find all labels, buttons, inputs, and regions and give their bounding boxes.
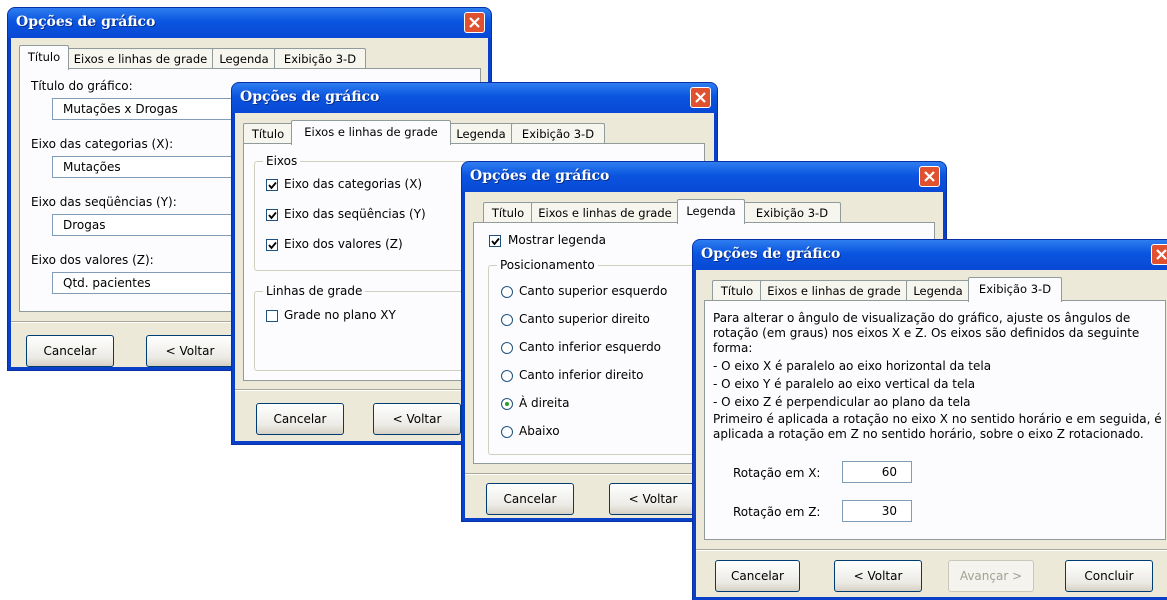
axes-group-label: Eixos [263, 154, 301, 168]
tab-exibicao-3d[interactable]: Exibição 3-D [968, 277, 1062, 302]
close-button[interactable] [1151, 244, 1167, 265]
check-icon [268, 211, 277, 220]
show-legend-checkbox[interactable] [489, 235, 501, 247]
dialog-title: Opções de gráfico [470, 168, 610, 184]
description-line: - O eixo Y é paralelo ao eixo vertical d… [713, 377, 976, 391]
description-line: rotação (em graus) nos eixos X e Z. Os e… [713, 326, 1140, 340]
cancel-button[interactable]: Cancelar [715, 560, 800, 592]
tab-titulo[interactable]: Título [483, 202, 533, 223]
series-axis-checkbox[interactable] [266, 209, 278, 221]
option-top-left: Canto superior esquerdo [519, 284, 668, 298]
category-axis-label: Eixo das categorias (X) [284, 177, 423, 191]
series-axis-label: Eixo das seqüências (Y): [31, 195, 177, 209]
radio-right[interactable] [501, 398, 513, 410]
tab-panel: Para alterar o ângulo de visualização do… [704, 300, 1166, 540]
value-axis-label: Eixo dos valores (Z) [284, 237, 403, 251]
tab-titulo[interactable]: Título [243, 123, 293, 144]
option-right: À direita [519, 396, 570, 410]
tab-legenda[interactable]: Legenda [212, 48, 276, 69]
back-button[interactable]: < Voltar [609, 483, 697, 515]
show-legend-label: Mostrar legenda [508, 233, 606, 247]
option-bottom-right: Canto inferior direito [519, 368, 644, 382]
close-button[interactable] [464, 12, 485, 33]
title-bar[interactable]: Opções de gráfico [462, 162, 946, 192]
title-bar[interactable]: Opções de gráfico [232, 83, 717, 113]
value-axis-label: Eixo dos valores (Z): [31, 253, 154, 267]
tab-eixos[interactable]: Eixos e linhas de grade [760, 280, 908, 301]
cancel-button[interactable]: Cancelar [256, 403, 344, 435]
xy-grid-checkbox[interactable] [266, 310, 278, 322]
next-button[interactable]: Avançar > [948, 560, 1034, 592]
back-button[interactable]: < Voltar [373, 403, 461, 435]
check-icon [491, 237, 500, 246]
description-line: - O eixo Z é perpendicular ao plano da t… [713, 395, 971, 409]
option-bottom: Abaixo [519, 424, 560, 438]
title-bar[interactable]: Opções de gráfico [693, 240, 1167, 270]
description-line: forma: [713, 341, 753, 355]
description-line: - O eixo X é paralelo ao eixo horizontal… [713, 359, 992, 373]
tab-eixos[interactable]: Eixos e linhas de grade [531, 202, 679, 223]
tab-legenda[interactable]: Legenda [677, 199, 745, 224]
chart-title-label: Título do gráfico: [31, 79, 133, 93]
series-axis-label: Eixo das seqüências (Y) [284, 207, 426, 221]
dialog-title: Opções de gráfico [16, 14, 156, 30]
value-axis-checkbox[interactable] [266, 239, 278, 251]
option-bottom-left: Canto inferior esquerdo [519, 340, 662, 354]
tab-eixos[interactable]: Eixos e linhas de grade [291, 120, 451, 145]
tab-exibicao-3d[interactable]: Exibição 3-D [511, 123, 605, 144]
rotation-z-label: Rotação em Z: [733, 505, 821, 519]
dialog-body: Título Eixos e linhas de grade Legenda E… [696, 270, 1167, 597]
placement-group-label: Posicionamento [497, 258, 598, 272]
category-axis-label: Eixo das categorias (X): [31, 137, 174, 151]
tab-exibicao-3d[interactable]: Exibição 3-D [274, 48, 366, 69]
gridlines-group-label: Linhas de grade [263, 284, 366, 298]
close-icon [469, 17, 480, 28]
xy-grid-label: Grade no plano XY [284, 308, 396, 322]
separator [696, 549, 1167, 551]
radio-top-right[interactable] [501, 314, 513, 326]
close-icon [924, 171, 935, 182]
tab-eixos[interactable]: Eixos e linhas de grade [67, 48, 214, 69]
finish-button[interactable]: Concluir [1065, 560, 1153, 592]
radio-bottom-left[interactable] [501, 342, 513, 354]
close-button[interactable] [919, 166, 940, 187]
cancel-button[interactable]: Cancelar [486, 483, 574, 515]
description-line: Primeiro é aplicada a rotação no eixo X … [713, 412, 1162, 426]
rotation-z-input[interactable]: 30 [842, 500, 912, 522]
tab-legenda[interactable]: Legenda [906, 280, 970, 301]
title-bar[interactable]: Opções de gráfico [8, 8, 491, 38]
check-icon [268, 181, 277, 190]
rotation-x-label: Rotação em X: [733, 466, 821, 480]
close-icon [695, 92, 706, 103]
option-top-right: Canto superior direito [519, 312, 650, 326]
dialog-title: Opções de gráfico [240, 89, 380, 105]
tab-titulo[interactable]: Título [19, 45, 69, 70]
radio-bottom-right[interactable] [501, 370, 513, 382]
tab-exibicao-3d[interactable]: Exibição 3-D [743, 202, 841, 223]
description-line: aplicada a rotação em Z no sentido horár… [713, 427, 1144, 441]
tab-titulo[interactable]: Título [712, 280, 762, 301]
dialog-title: Opções de gráfico [701, 246, 841, 262]
description-line: Para alterar o ângulo de visualização do… [713, 311, 1131, 325]
category-axis-checkbox[interactable] [266, 179, 278, 191]
close-button[interactable] [690, 87, 711, 108]
tab-legenda[interactable]: Legenda [449, 123, 513, 144]
radio-top-left[interactable] [501, 286, 513, 298]
close-icon [1156, 249, 1167, 260]
cancel-button[interactable]: Cancelar [26, 335, 114, 367]
dialog-exibicao-3d: Opções de gráfico Título Eixos e linhas … [693, 240, 1167, 600]
check-icon [268, 241, 277, 250]
back-button[interactable]: < Voltar [146, 335, 234, 367]
radio-selected-dot [505, 402, 509, 406]
back-button[interactable]: < Voltar [834, 560, 922, 592]
rotation-x-input[interactable]: 60 [842, 461, 912, 483]
radio-bottom[interactable] [501, 426, 513, 438]
